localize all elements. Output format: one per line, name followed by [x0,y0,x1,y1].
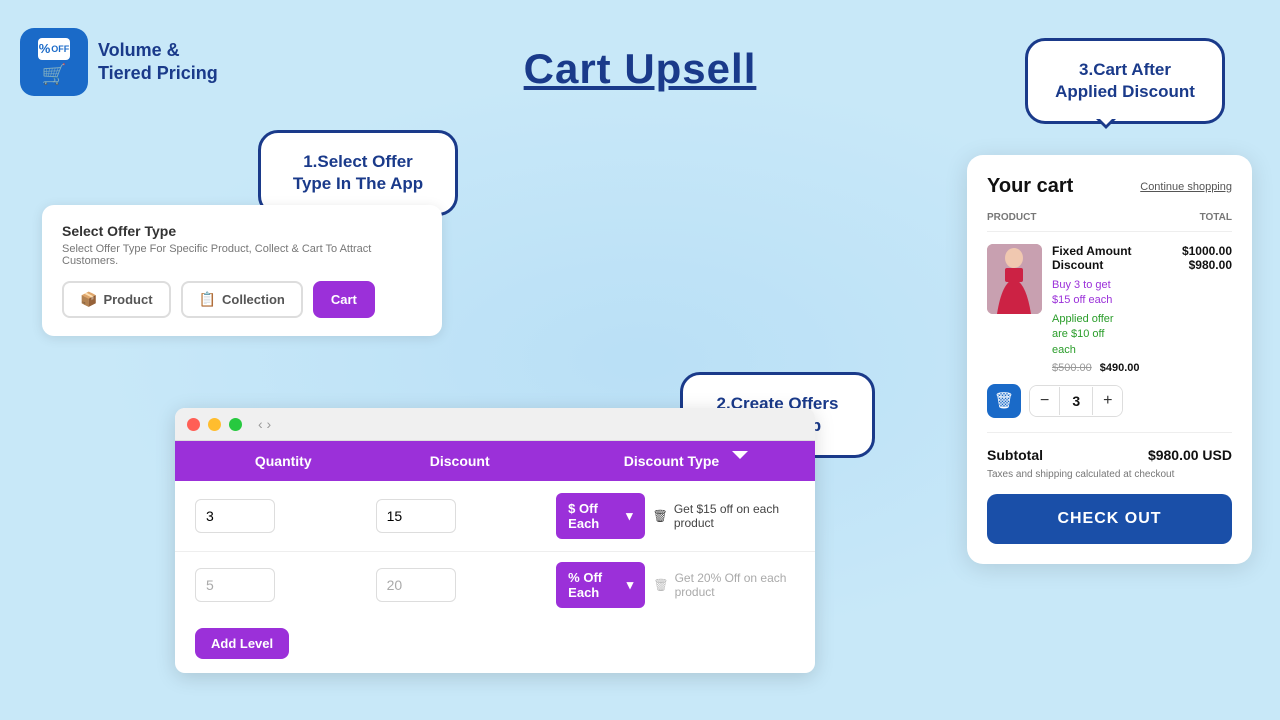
bubble1-text: 1.Select OfferType In The App [283,151,433,195]
offer-type-title: Select Offer Type [62,223,422,239]
trash-icon-1[interactable]: 🗑 [653,509,668,523]
cart-columns: PRODUCT TOTAL [987,212,1232,232]
col-discount-type: Discount Type [548,453,795,469]
cart-item: Fixed Amount Discount $1000.00 $980.00 B… [987,244,1232,374]
dropdown-arrow-2: ▾ [627,577,634,593]
add-level-button[interactable]: Add Level [195,628,289,659]
subtotal-label: Subtotal [987,447,1043,463]
cart-title: Your cart [987,175,1073,198]
offer-row-1: $ Off Each ▾ 🗑 Get $15 off on each produ… [175,481,815,552]
trash-icon-2[interactable]: 🗑 [653,578,668,592]
col-discount: Discount [371,453,547,469]
price-final: $490.00 [1100,362,1140,374]
subtotal-row: Subtotal $980.00 USD [987,447,1232,463]
quantity-row: 🗑 − 3 + [987,384,1232,418]
window-titlebar: ‹ › [175,408,815,441]
quantity-input-2[interactable] [195,568,275,602]
checkout-button[interactable]: CHECK OUT [987,494,1232,544]
cart-header: Your cart Continue shopping [987,175,1232,198]
table-header: Quantity Discount Discount Type [175,441,815,481]
offer-btn-collection[interactable]: 📋 Collection [181,281,303,318]
nav-arrows: ‹ › [258,416,271,432]
offer-btn-cart[interactable]: Cart [313,281,375,318]
dot-red[interactable] [187,418,200,431]
price-original: $1000.00 [1182,244,1232,258]
taxes-note: Taxes and shipping calculated at checkou… [987,469,1232,480]
qty-minus-button[interactable]: − [1030,386,1059,416]
product-details: Fixed Amount Discount $1000.00 $980.00 B… [1052,244,1232,374]
logo-area: % OFF 🛒 Volume &Tiered Pricing [20,28,218,96]
product-name: Fixed Amount Discount [1052,244,1132,272]
offer-type-box: Select Offer Type Select Offer Type For … [42,205,442,336]
offer-type-buttons: 📦 Product 📋 Collection Cart [62,281,422,318]
main-container: % OFF 🛒 Volume &Tiered Pricing Cart Upse… [0,0,1280,720]
offer-type-desc: Select Offer Type For Specific Product, … [62,243,422,267]
product-icon: 📦 [80,291,97,308]
discount-type-select-1[interactable]: $ Off Each ▾ [556,493,644,539]
logo-text: Volume &Tiered Pricing [98,39,218,86]
price-discounted: $980.00 [1182,258,1232,272]
qty-value: 3 [1059,387,1093,415]
offers-window: ‹ › Quantity Discount Discount Type $ Of… [175,408,815,673]
continue-shopping-link[interactable]: Continue shopping [1140,181,1232,193]
applied-offer-text: Applied offerare $10 offeach [1052,312,1232,358]
row1-desc: 🗑 Get $15 off on each product [653,502,795,530]
speech-bubble-cart-after: 3.Cart AfterApplied Discount [1025,38,1225,124]
qty-plus-button[interactable]: + [1093,386,1122,416]
discount-input-2[interactable] [376,568,456,602]
offer-btn-product[interactable]: 📦 Product [62,281,171,318]
collection-icon: 📋 [199,291,216,308]
product-image [987,244,1042,314]
dropdown-arrow-1: ▾ [626,508,633,524]
percent-badge: % OFF [38,38,70,60]
quantity-control: − 3 + [1029,385,1123,417]
divider [987,432,1232,433]
price-strikethrough: $500.00 [1052,362,1092,374]
delete-button[interactable]: 🗑 [987,384,1021,418]
quantity-input-1[interactable] [195,499,275,533]
promo-text: Buy 3 to get$15 off each [1052,278,1232,309]
subtotal-value: $980.00 USD [1148,447,1232,463]
logo-icon: % OFF 🛒 [20,28,88,96]
cart-icon: 🛒 [42,62,67,87]
col-total-label: TOTAL [1200,212,1232,223]
offer-row-2: % Off Each ▾ 🗑 Get 20% Off on each produ… [175,552,815,618]
page-title: Cart Upsell [524,45,757,93]
speech-bubble-select-offer: 1.Select OfferType In The App [258,130,458,216]
col-product-label: PRODUCT [987,212,1036,223]
col-quantity: Quantity [195,453,371,469]
row2-desc: 🗑 Get 20% Off on each product [653,571,795,599]
discount-type-select-2[interactable]: % Off Each ▾ [556,562,645,608]
cart-panel: Your cart Continue shopping PRODUCT TOTA… [967,155,1252,564]
discount-input-1[interactable] [376,499,456,533]
dot-yellow[interactable] [208,418,221,431]
dot-green[interactable] [229,418,242,431]
bubble3-text: 3.Cart AfterApplied Discount [1050,59,1200,103]
